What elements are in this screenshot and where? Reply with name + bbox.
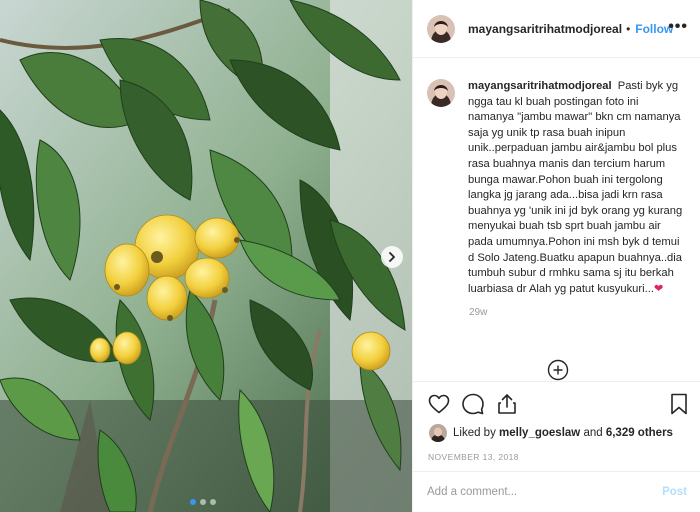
share-button[interactable] [495, 392, 519, 416]
post-photo[interactable] [0, 0, 412, 512]
liked-by-user[interactable]: melly_goeslaw [499, 427, 580, 439]
add-comment-box: Post [413, 471, 700, 512]
caption-avatar[interactable] [427, 79, 455, 107]
action-icons [427, 392, 519, 416]
caption-row: mayangsaritrihatmodjoreal Pasti byk yg n… [427, 79, 687, 297]
comments-section: mayangsaritrihatmodjoreal Pasti byk yg n… [413, 59, 700, 381]
carousel-dot [200, 499, 206, 505]
comment-icon [462, 393, 484, 415]
rose-apple-photo [0, 0, 412, 512]
bookmark-icon [671, 393, 687, 415]
more-options-button[interactable]: ••• [668, 18, 688, 36]
liked-prefix: Liked by [453, 427, 496, 439]
avatar[interactable] [427, 14, 455, 43]
carousel-dot [210, 499, 216, 505]
post-actions: Liked by melly_goeslaw and 6,329 others … [413, 381, 700, 511]
liked-count[interactable]: 6,329 others [606, 427, 673, 439]
save-button[interactable] [667, 392, 691, 416]
header-username[interactable]: mayangsaritrihatmodjoreal [468, 22, 622, 36]
profile-picture-icon [429, 424, 447, 442]
liker-avatar[interactable] [429, 424, 447, 442]
caption-text-block: mayangsaritrihatmodjoreal Pasti byk yg n… [468, 79, 687, 297]
profile-picture-icon [427, 79, 455, 107]
like-button[interactable] [427, 392, 451, 416]
comment-button[interactable] [461, 392, 485, 416]
heart-icon [428, 394, 450, 414]
carousel-next-button[interactable] [381, 246, 403, 268]
share-icon [498, 394, 516, 414]
post-date: NOVEMBER 13, 2018 [428, 452, 519, 462]
carousel-dots [190, 499, 216, 505]
heart-emoji: ❤ [653, 282, 664, 295]
load-more-comments-button[interactable] [547, 359, 569, 381]
plus-circle-icon [547, 359, 569, 381]
carousel-dot-active [190, 499, 196, 505]
post-comment-button[interactable]: Post [662, 486, 687, 498]
caption-text: Pasti byk yg ngga tau kl buah postingan … [468, 80, 683, 295]
post-side-panel: mayangsaritrihatmodjoreal • Follow ••• m… [412, 0, 700, 512]
profile-picture-icon [427, 14, 455, 43]
liked-middle: and [583, 427, 603, 439]
header-separator: • [626, 21, 631, 36]
chevron-right-icon [389, 252, 395, 262]
caption-username[interactable]: mayangsaritrihatmodjoreal [468, 80, 612, 92]
post-header: mayangsaritrihatmodjoreal • Follow ••• [413, 0, 700, 58]
likes-summary: Liked by melly_goeslaw and 6,329 others [429, 424, 673, 442]
caption-time-ago: 29w [469, 307, 488, 319]
comment-input[interactable] [427, 486, 663, 498]
